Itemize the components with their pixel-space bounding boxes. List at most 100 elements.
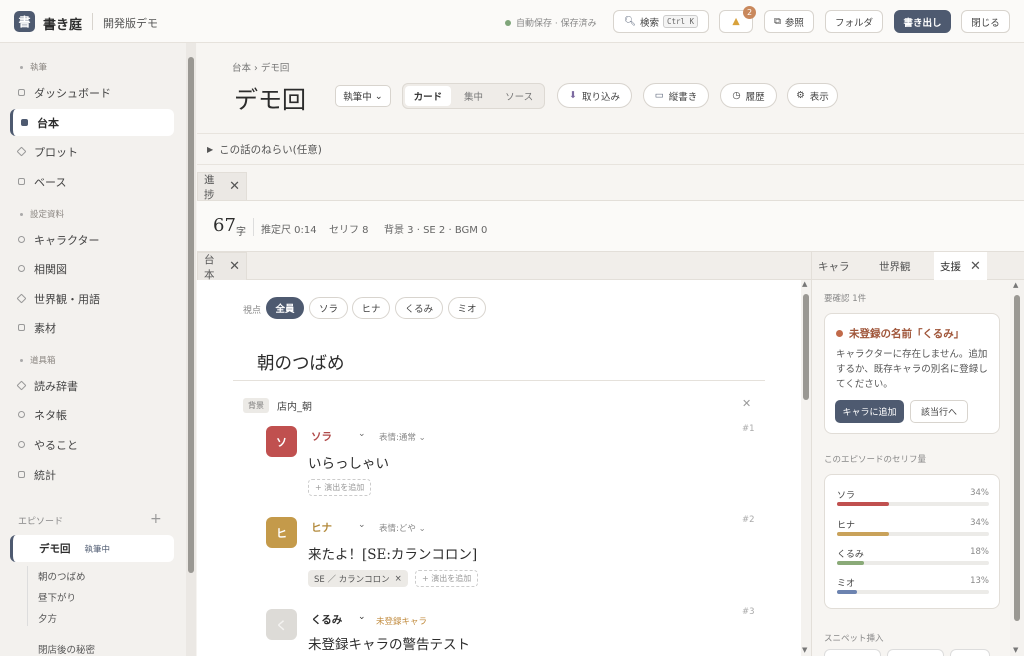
sidebar-item-world[interactable]: 世界観・用語	[10, 285, 174, 312]
tab-progress[interactable]: 進捗 ✕	[197, 172, 247, 201]
support-scrollbar[interactable]: ▲ ▼	[1010, 280, 1024, 656]
status-value: 執筆中	[343, 92, 372, 103]
pov-sora[interactable]: ソラ	[309, 297, 348, 319]
square-icon	[18, 324, 25, 331]
sidebar-item-label: 素材	[34, 321, 56, 335]
add-character-button[interactable]: キャラに追加	[835, 400, 904, 423]
character-name: くるみ	[837, 550, 864, 560]
tab-world[interactable]: 世界観	[879, 252, 911, 280]
sidebar-item-relations[interactable]: 相関図	[10, 255, 174, 282]
pov-label: 視点	[243, 306, 262, 316]
sidebar-item-stats[interactable]: 統計	[10, 461, 174, 488]
episode-item-active[interactable]: デモ回 執筆中	[10, 535, 174, 562]
episode-item[interactable]: 閉店後の秘密	[38, 642, 95, 656]
reference-button[interactable]: ⧉ 参照	[764, 10, 814, 33]
snippet-button[interactable]	[950, 649, 990, 656]
sidebar-item-characters[interactable]: キャラクター	[10, 226, 174, 253]
sidebar-item-plot[interactable]: プロット	[10, 138, 174, 165]
scrollbar-thumb[interactable]	[188, 57, 194, 573]
episode-aim-toggle[interactable]: ▶ この話のねらい(任意)	[197, 133, 1024, 165]
chevron-down-icon[interactable]: ⌄	[358, 520, 366, 530]
circle-icon	[18, 411, 25, 418]
sidebar-item-label: 世界観・用語	[34, 292, 100, 306]
scrollbar-thumb[interactable]	[1014, 295, 1020, 621]
asset-count: 背景 3 · SE 2 · BGM 0	[384, 225, 488, 236]
sidebar-item-todo[interactable]: やること	[10, 431, 174, 458]
sidebar-item-base[interactable]: ベース	[10, 168, 174, 195]
close-icon[interactable]: ✕	[229, 179, 240, 194]
pov-hina[interactable]: ヒナ	[352, 297, 390, 319]
breadcrumb[interactable]: 台本 › デモ回	[232, 60, 289, 74]
view-mode-focus[interactable]: 集中	[451, 86, 497, 106]
scroll-down-icon[interactable]: ▼	[802, 646, 807, 654]
status-select[interactable]: 執筆中 ⌄	[335, 85, 391, 107]
sidebar-item-label: ネタ帳	[34, 408, 67, 422]
warning-title: 未登録の名前「くるみ」	[836, 326, 964, 341]
sidebar-scrollbar[interactable]	[186, 43, 196, 656]
tab-script[interactable]: 台本 ✕	[197, 252, 247, 281]
sidebar-item-dashboard[interactable]: ダッシュボード	[10, 79, 174, 106]
scene-item[interactable]: 夕方	[38, 611, 57, 625]
folder-button[interactable]: フォルダ	[825, 10, 883, 33]
sidebar-item-label: ベース	[34, 175, 67, 189]
scene-item[interactable]: 朝のつばめ	[38, 569, 86, 583]
tab-characters[interactable]: キャラ	[818, 252, 850, 280]
scrollbar-thumb[interactable]	[803, 294, 809, 400]
dialogue-text[interactable]: いらっしゃい	[308, 452, 389, 472]
status-dot-icon	[505, 19, 511, 26]
sidebar-item-reading-dict[interactable]: 読み辞書	[10, 372, 174, 399]
dialogue-text[interactable]: 未登録キャラの警告テスト	[308, 633, 470, 653]
import-button[interactable]: ⬇ 取り込み	[557, 83, 632, 108]
sidebar-item-assets[interactable]: 素材	[10, 314, 174, 341]
close-icon[interactable]: ✕	[229, 259, 240, 274]
vertical-writing-button[interactable]: ▭ 縦書き	[643, 83, 709, 108]
scene-item[interactable]: 昼下がり	[38, 590, 76, 604]
goto-line-button[interactable]: 該当行へ	[910, 400, 968, 423]
scroll-up-icon[interactable]: ▲	[1013, 281, 1018, 289]
pov-kurumi[interactable]: くるみ	[395, 297, 443, 319]
percent: 13%	[970, 576, 989, 586]
view-mode-source[interactable]: ソース	[496, 86, 542, 106]
chevron-down-icon[interactable]: ⌄	[358, 429, 366, 439]
avatar: く	[266, 609, 297, 640]
snippet-button[interactable]	[887, 649, 944, 656]
chevron-down-icon[interactable]: ⌄	[358, 612, 366, 622]
snippet-button[interactable]	[824, 649, 881, 656]
search-button[interactable]: 🔍︎ 検索 Ctrl K	[613, 10, 709, 33]
vertical-label: 縦書き	[668, 91, 698, 103]
view-mode-card[interactable]: カード	[405, 86, 451, 106]
background-name[interactable]: 店内_朝	[277, 398, 312, 413]
support-panel: 要確認 1件 未登録の名前「くるみ」 キャラクターに存在しません。追加するか、既…	[811, 280, 1024, 656]
tree-line	[27, 566, 28, 626]
display-button[interactable]: ⚙ 表示	[787, 83, 838, 108]
add-episode-button[interactable]: +	[150, 511, 162, 527]
dialogue-text[interactable]: 来たよ！[SE:カランコロン]	[308, 543, 477, 563]
character-name[interactable]: ソラ	[311, 429, 332, 444]
close-icon[interactable]: ×	[395, 574, 402, 584]
character-name[interactable]: ヒナ	[311, 520, 332, 535]
tab-support[interactable]: 支援 ✕	[934, 252, 987, 280]
scroll-up-icon[interactable]: ▲	[802, 280, 807, 288]
export-button[interactable]: 書き出し	[894, 10, 951, 33]
warning-dot-icon	[836, 330, 843, 337]
script-tabbar: 台本 ✕	[197, 252, 811, 281]
add-direction-button[interactable]: + 演出を追加	[308, 479, 372, 496]
close-icon[interactable]: ✕	[970, 259, 981, 274]
sidebar-item-label: プロット	[34, 145, 78, 159]
character-name: ヒナ	[837, 521, 856, 531]
sidebar-item-script[interactable]: 台本	[10, 109, 174, 136]
scroll-down-icon[interactable]: ▼	[1013, 646, 1018, 654]
pov-all[interactable]: 全員	[266, 297, 304, 319]
expression-select[interactable]: 表情:通常 ⌄	[379, 431, 426, 443]
close-button[interactable]: 閉じる	[961, 10, 1010, 33]
close-icon[interactable]: ✕	[742, 397, 751, 410]
history-button[interactable]: ◷ 履歴	[720, 83, 777, 108]
sidebar-item-ideas[interactable]: ネタ帳	[10, 401, 174, 428]
pov-mio[interactable]: ミオ	[448, 297, 486, 319]
script-scrollbar[interactable]: ▲ ▼	[801, 280, 811, 656]
expression-select[interactable]: 表情:どや ⌄	[379, 522, 426, 534]
scene-title[interactable]: 朝のつばめ	[257, 350, 345, 375]
se-chip[interactable]: SE ／ カランコロン ×	[308, 570, 408, 587]
character-name[interactable]: くるみ	[311, 612, 342, 627]
add-direction-button[interactable]: + 演出を追加	[415, 570, 479, 587]
